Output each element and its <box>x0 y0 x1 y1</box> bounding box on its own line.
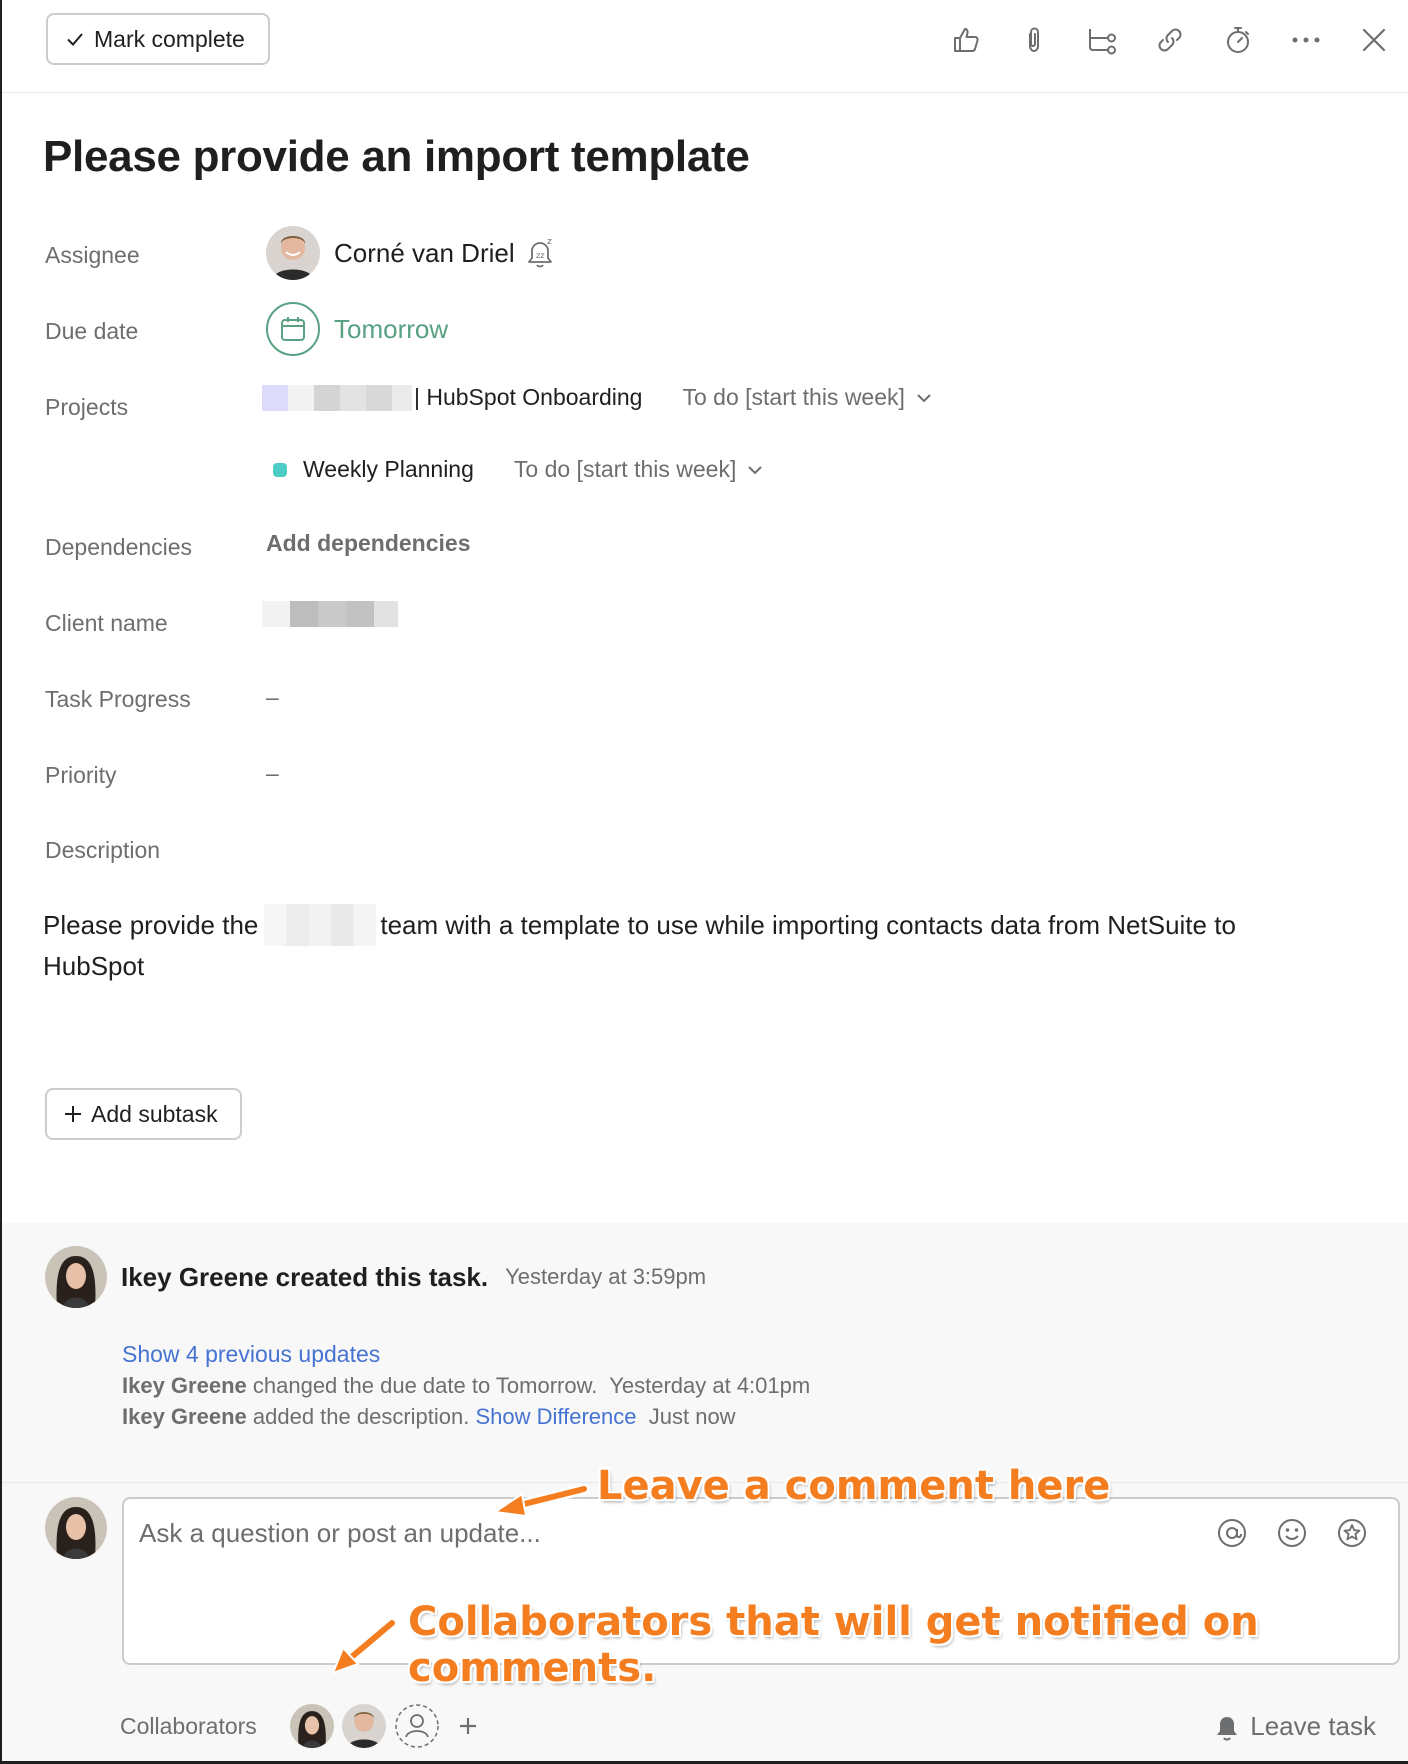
leave-task-label: Leave task <box>1250 1711 1376 1741</box>
show-difference-link[interactable]: Show Difference <box>476 1404 637 1429</box>
plus-icon <box>460 1718 476 1734</box>
collaborators-label: Collaborators <box>120 1713 257 1739</box>
comment-input[interactable] <box>139 1513 1139 1553</box>
like-button[interactable] <box>932 18 1000 62</box>
assignee-label: Assignee <box>45 242 140 268</box>
close-icon <box>1362 28 1386 52</box>
priority-label: Priority <box>45 762 117 788</box>
task-toolbar: Mark complete <box>2 0 1408 93</box>
link-icon <box>1158 28 1182 52</box>
description-part-1: Please provide the <box>43 910 259 940</box>
add-collaborator-avatar-button[interactable] <box>394 1703 440 1749</box>
calendar-icon <box>281 317 305 341</box>
task-progress-value[interactable]: – <box>266 684 279 711</box>
timer-icon <box>1227 27 1249 53</box>
window-border-left <box>0 0 2 1764</box>
user-placeholder-icon <box>395 1704 439 1748</box>
task-progress-label: Task Progress <box>45 686 191 712</box>
at-mention-icon <box>1218 1519 1246 1547</box>
collaborator-avatar[interactable] <box>342 1704 386 1748</box>
emoji-button[interactable] <box>1262 1513 1322 1553</box>
close-button[interactable] <box>1340 18 1408 62</box>
creator-story-time: Yesterday at 3:59pm <box>505 1264 707 1289</box>
update-time: Just now <box>648 1404 736 1429</box>
svg-text:z: z <box>547 237 552 247</box>
emoji-icon <box>1278 1519 1306 1547</box>
update-text: added the description. <box>252 1404 470 1429</box>
collaborator-avatar[interactable] <box>290 1704 334 1748</box>
add-subtask-button[interactable]: Add subtask <box>45 1088 242 1140</box>
redacted-project-prefix <box>262 384 412 411</box>
attachment-icon <box>1029 27 1039 53</box>
project-row: | HubSpot Onboarding To do [start this w… <box>262 384 933 411</box>
project-name[interactable]: Weekly Planning <box>303 456 474 483</box>
collaborators-list <box>290 1703 496 1749</box>
bell-icon <box>1217 1716 1238 1740</box>
update-time: Yesterday at 4:01pm <box>609 1373 811 1398</box>
add-collaborator-button[interactable] <box>448 1706 488 1746</box>
assignee-field[interactable]: Corné van Driel zz z <box>266 226 557 280</box>
project-name[interactable]: | HubSpot Onboarding <box>414 384 642 411</box>
leave-task-button[interactable]: Leave task <box>1212 1711 1376 1742</box>
project-section-dropdown[interactable]: To do [start this week] <box>682 384 932 411</box>
assignee-name: Corné van Driel <box>334 237 515 268</box>
more-actions-button[interactable] <box>1272 18 1340 62</box>
creator-avatar <box>45 1246 107 1308</box>
add-subtask-toolbar-button[interactable] <box>1068 18 1136 62</box>
checkmark-icon <box>67 33 83 46</box>
creation-story: Ikey Greene created this task. Yesterday… <box>45 1246 706 1308</box>
project-section-label: To do [start this week] <box>513 456 737 482</box>
description-text[interactable]: Please provide the team with a template t… <box>43 904 1343 987</box>
task-detail-panel: Mark complete Please provide an import t… <box>0 0 1408 1764</box>
mark-complete-button[interactable]: Mark complete <box>46 13 270 65</box>
due-date-value: Tomorrow <box>334 313 449 344</box>
activity-update: Ikey Greene changed the due date to Tomo… <box>122 1373 810 1399</box>
priority-value[interactable]: – <box>266 760 279 787</box>
chevron-down-icon <box>917 393 931 402</box>
snooze-bell-icon: zzz <box>527 237 552 268</box>
subtask-icon <box>1089 29 1116 55</box>
star-icon <box>1338 1519 1366 1547</box>
project-color-dot <box>273 462 287 477</box>
activity-feed: Ikey Greene created this task. Yesterday… <box>2 1223 1408 1483</box>
mark-complete-label: Mark complete <box>94 25 245 52</box>
dependencies-label: Dependencies <box>45 534 193 560</box>
add-subtask-label: Add subtask <box>91 1100 218 1127</box>
plus-icon <box>65 1106 81 1122</box>
task-title[interactable]: Please provide an import template <box>43 132 750 182</box>
timer-button[interactable] <box>1204 18 1272 62</box>
appreciation-button[interactable] <box>1322 1513 1382 1553</box>
description-label: Description <box>45 837 161 863</box>
due-date-label: Due date <box>45 318 139 344</box>
current-user-avatar <box>45 1497 107 1559</box>
comment-hint-annotation: Leave a comment here <box>597 1463 1111 1509</box>
chevron-down-icon <box>748 465 763 474</box>
update-text: changed the due date to Tomorrow. <box>252 1373 598 1398</box>
redacted-team-name <box>264 904 377 946</box>
client-name-label: Client name <box>45 610 168 636</box>
project-section-dropdown[interactable]: To do [start this week] <box>514 456 764 483</box>
copy-link-button[interactable] <box>1136 18 1204 62</box>
projects-label: Projects <box>45 394 129 420</box>
due-date-field[interactable]: Tomorrow <box>266 302 448 356</box>
due-date-circle <box>266 302 320 356</box>
show-previous-updates-link[interactable]: Show 4 previous updates <box>122 1341 380 1368</box>
creator-story-text: Ikey Greene created this task. <box>121 1261 489 1292</box>
update-user[interactable]: Ikey Greene <box>122 1373 247 1398</box>
project-row: Weekly Planning To do [start this week] <box>273 456 764 483</box>
more-icon <box>1292 37 1320 43</box>
update-user[interactable]: Ikey Greene <box>122 1404 247 1429</box>
add-dependencies-button[interactable]: Add dependencies <box>266 530 470 557</box>
svg-text:zz: zz <box>536 251 544 260</box>
assignee-avatar <box>266 226 320 280</box>
attach-button[interactable] <box>1000 18 1068 62</box>
mention-button[interactable] <box>1202 1513 1262 1553</box>
project-section-label: To do [start this week] <box>682 384 905 410</box>
collaborators-hint-annotation: Collaborators that will get notified on … <box>408 1599 1259 1691</box>
activity-update: Ikey Greene added the description. Show … <box>122 1404 736 1430</box>
thumbs-up-icon <box>954 28 979 52</box>
redacted-client-name[interactable] <box>262 601 398 627</box>
